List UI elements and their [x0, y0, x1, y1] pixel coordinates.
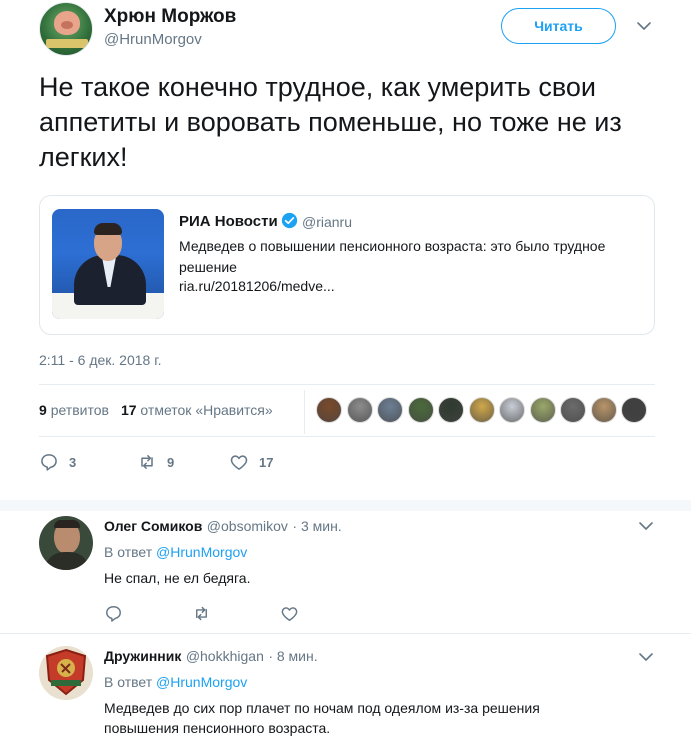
liker-avatar[interactable] [346, 397, 373, 423]
reply-context: В ответ @HrunMorgov [104, 674, 248, 690]
reply-count: 3 [69, 454, 77, 470]
reply-author-handle[interactable]: @obsomikov [207, 518, 288, 534]
in-reply-to-link[interactable]: @HrunMorgov [156, 544, 247, 560]
divider [0, 633, 691, 634]
tweet-actions: 3 9 17 [39, 452, 273, 472]
quoted-tweet-image[interactable] [52, 209, 164, 319]
reply-time[interactable]: · 8 мин. [268, 648, 317, 664]
heart-icon[interactable] [280, 604, 299, 623]
liker-avatar[interactable] [438, 397, 464, 423]
section-separator [0, 500, 691, 511]
liker-avatar[interactable] [590, 397, 617, 423]
chevron-down-icon[interactable] [636, 18, 652, 34]
pig-logo-icon [54, 11, 80, 35]
reply-avatar[interactable] [39, 646, 93, 700]
reply-author-handle[interactable]: @hokkhigan [186, 648, 264, 664]
reply-avatar[interactable] [39, 516, 93, 570]
liker-avatar[interactable] [621, 397, 647, 423]
reply-text: Медведев до сих пор плачет по ночам под … [104, 700, 540, 736]
liker-avatar[interactable] [407, 397, 434, 423]
retweet-count: 9 [167, 454, 175, 470]
liker-avatar[interactable] [560, 397, 586, 423]
verified-badge-icon [281, 212, 298, 229]
reply-header: Дружинник @hokkhigan · 8 мин. [104, 648, 318, 666]
avatar-banner [46, 39, 88, 48]
chevron-down-icon[interactable] [638, 649, 654, 665]
retweet-button[interactable]: 9 [137, 452, 229, 472]
retweets-stat[interactable]: 9 ретвитов [39, 402, 109, 418]
reply-author-name[interactable]: Олег Сомиков [104, 518, 202, 534]
likes-stat[interactable]: 17 отметок «Нравится» [121, 402, 273, 418]
reply-actions [104, 604, 299, 623]
liker-avatar[interactable] [529, 397, 556, 423]
quoted-tweet-link[interactable]: ria.ru/20181206/medve... [179, 278, 335, 294]
tweet-stats: 9 ретвитов 17 отметок «Нравится» [39, 402, 273, 418]
reply-icon[interactable] [104, 604, 123, 623]
liker-avatar[interactable] [316, 397, 342, 423]
liker-avatar[interactable] [377, 397, 403, 423]
heart-icon [230, 455, 248, 470]
reply-icon [41, 454, 57, 471]
liker-avatar[interactable] [499, 397, 525, 423]
liker-avatar[interactable] [468, 397, 495, 423]
divider [39, 436, 655, 437]
tweet-timestamp[interactable]: 2:11 - 6 дек. 2018 г. [39, 352, 162, 368]
author-name[interactable]: Хрюн Моржов [104, 6, 236, 28]
chevron-down-icon[interactable] [638, 518, 654, 534]
tweet-text: Не такое конечно трудное, как умерить св… [39, 72, 622, 172]
in-reply-to-link[interactable]: @HrunMorgov [156, 674, 247, 690]
retweet-icon[interactable] [192, 604, 211, 623]
author-handle[interactable]: @HrunMorgov [104, 31, 202, 48]
reply-button[interactable]: 3 [39, 452, 137, 472]
divider [39, 384, 655, 385]
quoted-author-handle: @rianru [302, 214, 353, 230]
stats-divider [304, 390, 305, 434]
author-avatar[interactable] [39, 2, 93, 56]
reply-time[interactable]: · 3 мин. [292, 518, 341, 534]
badge-icon [45, 648, 87, 696]
like-count: 17 [259, 454, 274, 470]
reply-text: Не спал, не ел бедяга. [104, 570, 251, 586]
reply-author-name[interactable]: Дружинник [104, 648, 181, 664]
follow-button[interactable]: Читать [501, 8, 616, 44]
reply-context: В ответ @HrunMorgov [104, 544, 248, 560]
quoted-author-name: РИА Новости [179, 213, 278, 230]
quoted-tweet-text: Медведев о повышении пенсионного возраст… [179, 238, 606, 275]
like-button[interactable]: 17 [229, 452, 273, 472]
reply-header: Олег Сомиков @obsomikov · 3 мин. [104, 518, 342, 536]
retweet-icon [141, 455, 153, 469]
